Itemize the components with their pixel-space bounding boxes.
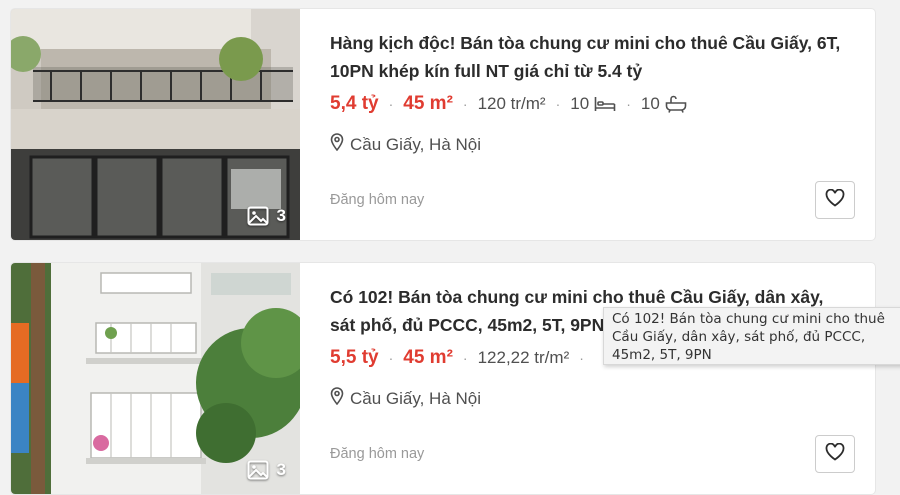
image-icon	[247, 206, 269, 226]
heart-icon	[825, 188, 845, 212]
separator-dot: ·	[462, 350, 468, 366]
posted-date: Đăng hôm nay	[330, 446, 425, 462]
photo-count-value: 3	[276, 460, 286, 479]
save-favorite-button[interactable]	[815, 181, 855, 219]
listing-meta: 5,4 tỷ · 45 m² · 120 tr/m² · 10 · 10	[330, 93, 687, 115]
photo-count-value: 3	[276, 206, 286, 225]
location-text: Cầu Giấy, Hà Nội	[350, 388, 482, 408]
listing-price-per-m2: 120 tr/m²	[477, 94, 546, 113]
title-tooltip: Có 102! Bán tòa chung cư mini cho thuê C…	[603, 307, 900, 365]
listing-location: Cầu Giấy, Hà Nội	[330, 133, 481, 156]
listing-price: 5,5 tỷ	[330, 347, 379, 368]
posted-date: Đăng hôm nay	[330, 192, 425, 208]
listing-price-per-m2: 122,22 tr/m²	[477, 348, 570, 367]
separator-dot: ·	[579, 350, 584, 366]
listing-card[interactable]: 3 Có 102! Bán tòa chung cư mini cho thuê…	[11, 263, 875, 494]
listing-info: Hàng kịch độc! Bán tòa chung cư mini cho…	[330, 9, 875, 240]
separator-dot: ·	[388, 350, 394, 366]
bedroom-count: 10	[570, 94, 616, 114]
image-icon	[247, 460, 269, 480]
location-pin-icon	[330, 387, 344, 410]
separator-dot: ·	[388, 96, 394, 112]
listing-photo[interactable]: 3	[11, 9, 300, 240]
listing-info: Có 102! Bán tòa chung cư mini cho thuê C…	[330, 263, 875, 494]
listing-price: 5,4 tỷ	[330, 93, 379, 114]
separator-dot: ·	[555, 96, 561, 112]
photo-count: 3	[247, 460, 286, 480]
listing-card[interactable]: 3 Hàng kịch độc! Bán tòa chung cư mini c…	[11, 9, 875, 240]
listing-meta: 5,5 tỷ · 45 m² · 122,22 tr/m² ·	[330, 347, 594, 369]
separator-dot: ·	[626, 96, 631, 112]
listing-photo[interactable]: 3	[11, 263, 300, 494]
separator-dot: ·	[462, 96, 468, 112]
listing-title[interactable]: Hàng kịch độc! Bán tòa chung cư mini cho…	[330, 29, 850, 85]
bath-icon	[665, 95, 687, 113]
bed-icon	[594, 96, 616, 112]
save-favorite-button[interactable]	[815, 435, 855, 473]
location-text: Cầu Giấy, Hà Nội	[350, 134, 482, 154]
location-pin-icon	[330, 133, 344, 156]
bedroom-count-value: 10	[570, 94, 590, 113]
bathroom-count-value: 10	[640, 94, 660, 113]
photo-count: 3	[247, 206, 286, 226]
heart-icon	[825, 442, 845, 466]
listing-area: 45 m²	[403, 93, 453, 114]
listing-location: Cầu Giấy, Hà Nội	[330, 387, 481, 410]
bathroom-count: 10	[641, 94, 687, 114]
listing-area: 45 m²	[403, 347, 453, 368]
